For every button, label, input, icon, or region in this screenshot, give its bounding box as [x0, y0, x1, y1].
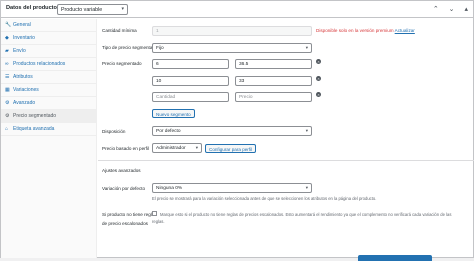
no-rules-label-line2: de precio escalonados	[102, 221, 148, 226]
grid-icon: ▦	[5, 87, 10, 93]
tab-linked-products[interactable]: ∞ Productos relacionados	[1, 58, 96, 71]
premium-note: Disponible solo en la versión premium Ac…	[316, 28, 415, 33]
segment-qty-input[interactable]: Cantidad	[152, 92, 229, 102]
default-variation-label: Variación por defecto	[102, 186, 146, 191]
chevron-down-icon: ▾	[121, 6, 124, 12]
chevron-down-icon: ▾	[305, 45, 308, 50]
segment-qty-value: 6	[156, 62, 159, 67]
remove-segment-icon[interactable]: ×	[316, 92, 321, 97]
tab-advanced-label[interactable]: ⌂ Etiqueta avanzada	[1, 123, 96, 136]
chevron-up-icon[interactable]: ⌃	[433, 6, 439, 13]
premium-note-text: Disponible solo en la versión premium	[316, 28, 394, 33]
list-icon: ☰	[5, 74, 10, 80]
chevron-down-icon: ▾	[305, 128, 308, 133]
segment-price-input[interactable]: Precio	[235, 92, 312, 102]
segment-price-placeholder: Precio	[239, 95, 253, 100]
product-data-tabs: 🔧 General ◆ Inventario ▰ Envío ∞ Productos r…	[1, 19, 97, 258]
segmented-price-label: Precio segmentado	[102, 61, 142, 66]
tab-label: Inventario	[13, 35, 35, 41]
default-variation-help: El precio se mostrará para la variación …	[152, 196, 377, 201]
link-icon: ∞	[5, 61, 9, 67]
segment-qty-placeholder: Cantidad	[156, 95, 176, 100]
min-qty-value: 1	[156, 29, 159, 34]
tab-label: Precio segmentado	[13, 113, 57, 119]
min-qty-label: Cantidad mínima	[102, 28, 137, 33]
no-rules-help-line1: Marque esto si el producto no tiene regl…	[160, 212, 452, 217]
tab-inventory[interactable]: ◆ Inventario	[1, 32, 96, 45]
segment-qty-input[interactable]: 6	[152, 59, 229, 69]
segment-qty-input[interactable]: 10	[152, 76, 229, 86]
role-price-label: Precio basado en perfil	[102, 146, 149, 151]
price-type-select[interactable]: Fijo ▾	[152, 43, 312, 53]
tab-label: Avanzado	[13, 100, 36, 106]
diamond-icon: ◆	[5, 35, 9, 41]
remove-segment-icon[interactable]: ×	[316, 76, 321, 81]
panel-controls: ⌃ ⌄ ▴	[425, 5, 468, 13]
layout-label: Disposición	[102, 129, 126, 134]
product-type-value: Producto variable	[61, 7, 103, 13]
segment-price-input[interactable]: 33	[235, 76, 312, 86]
upgrade-link[interactable]: Actualizar	[395, 28, 415, 33]
min-qty-input[interactable]: 1	[152, 26, 312, 36]
tab-label: Etiqueta avanzada	[13, 126, 55, 132]
configure-role-button[interactable]: Configurar para perfil	[205, 144, 257, 153]
section-divider	[98, 160, 474, 161]
segmented-price-panel: Cantidad mínima 1 Disponible solo en la …	[98, 19, 474, 258]
tab-variations[interactable]: ▦ Variaciones	[1, 84, 96, 97]
price-type-label: Tipo de precio segmentado	[102, 45, 158, 50]
layout-value: Por defecto	[156, 129, 181, 134]
default-variation-select[interactable]: Ninguna 0% ▾	[152, 183, 312, 193]
tab-label: Productos relacionados	[13, 61, 66, 67]
no-rules-help-line2: reglas.	[152, 219, 165, 224]
advanced-heading: Ajustes avanzados	[102, 168, 141, 173]
chevron-down-icon: ▾	[195, 145, 198, 150]
tab-shipping[interactable]: ▰ Envío	[1, 45, 96, 58]
segment-price-input[interactable]: 36.5	[235, 59, 312, 69]
panel-title: Datos del producto —	[6, 5, 65, 11]
role-select[interactable]: Administrador ▾	[152, 143, 202, 153]
layout-select[interactable]: Por defecto ▾	[152, 126, 312, 136]
tab-attributes[interactable]: ☰ Atributos	[1, 71, 96, 84]
chevron-down-icon[interactable]: ⌄	[449, 6, 455, 13]
tab-label: Atributos	[13, 74, 33, 80]
tab-segmented-price[interactable]: ⚙ Precio segmentado	[1, 110, 96, 123]
segment-price-value: 36.5	[239, 62, 249, 67]
wrench-icon: 🔧	[5, 22, 12, 28]
remove-segment-icon[interactable]: ×	[316, 59, 321, 64]
default-variation-value: Ninguna 0%	[156, 186, 183, 191]
no-rules-label-line1: Si producto no tiene reglas	[102, 212, 157, 217]
tab-label: General	[13, 22, 31, 28]
save-button[interactable]	[358, 255, 432, 261]
product-data-panel: Datos del producto — Producto variable ▾…	[0, 0, 474, 261]
tab-label: Variaciones	[13, 87, 39, 93]
triangle-up-icon[interactable]: ▴	[464, 6, 468, 13]
role-value: Administrador	[156, 146, 186, 151]
no-rules-checkbox[interactable]	[152, 211, 157, 216]
gear-icon: ⚙	[5, 113, 10, 119]
panel-header: Datos del producto — Producto variable ▾…	[1, 1, 473, 18]
tab-general[interactable]: 🔧 General	[1, 19, 96, 32]
gear-icon: ⚙	[5, 100, 10, 106]
tab-label: Envío	[13, 48, 26, 54]
truck-icon: ▰	[5, 48, 9, 54]
price-type-value: Fijo	[156, 46, 164, 51]
new-segment-button[interactable]: Nuevo segmento	[152, 109, 195, 118]
segment-qty-value: 10	[156, 79, 162, 84]
tab-advanced[interactable]: ⚙ Avanzado	[1, 97, 96, 110]
chevron-down-icon: ▾	[305, 185, 308, 190]
tag-icon: ⌂	[5, 126, 9, 132]
segment-price-value: 33	[239, 79, 245, 84]
product-type-select[interactable]: Producto variable ▾	[57, 4, 128, 15]
